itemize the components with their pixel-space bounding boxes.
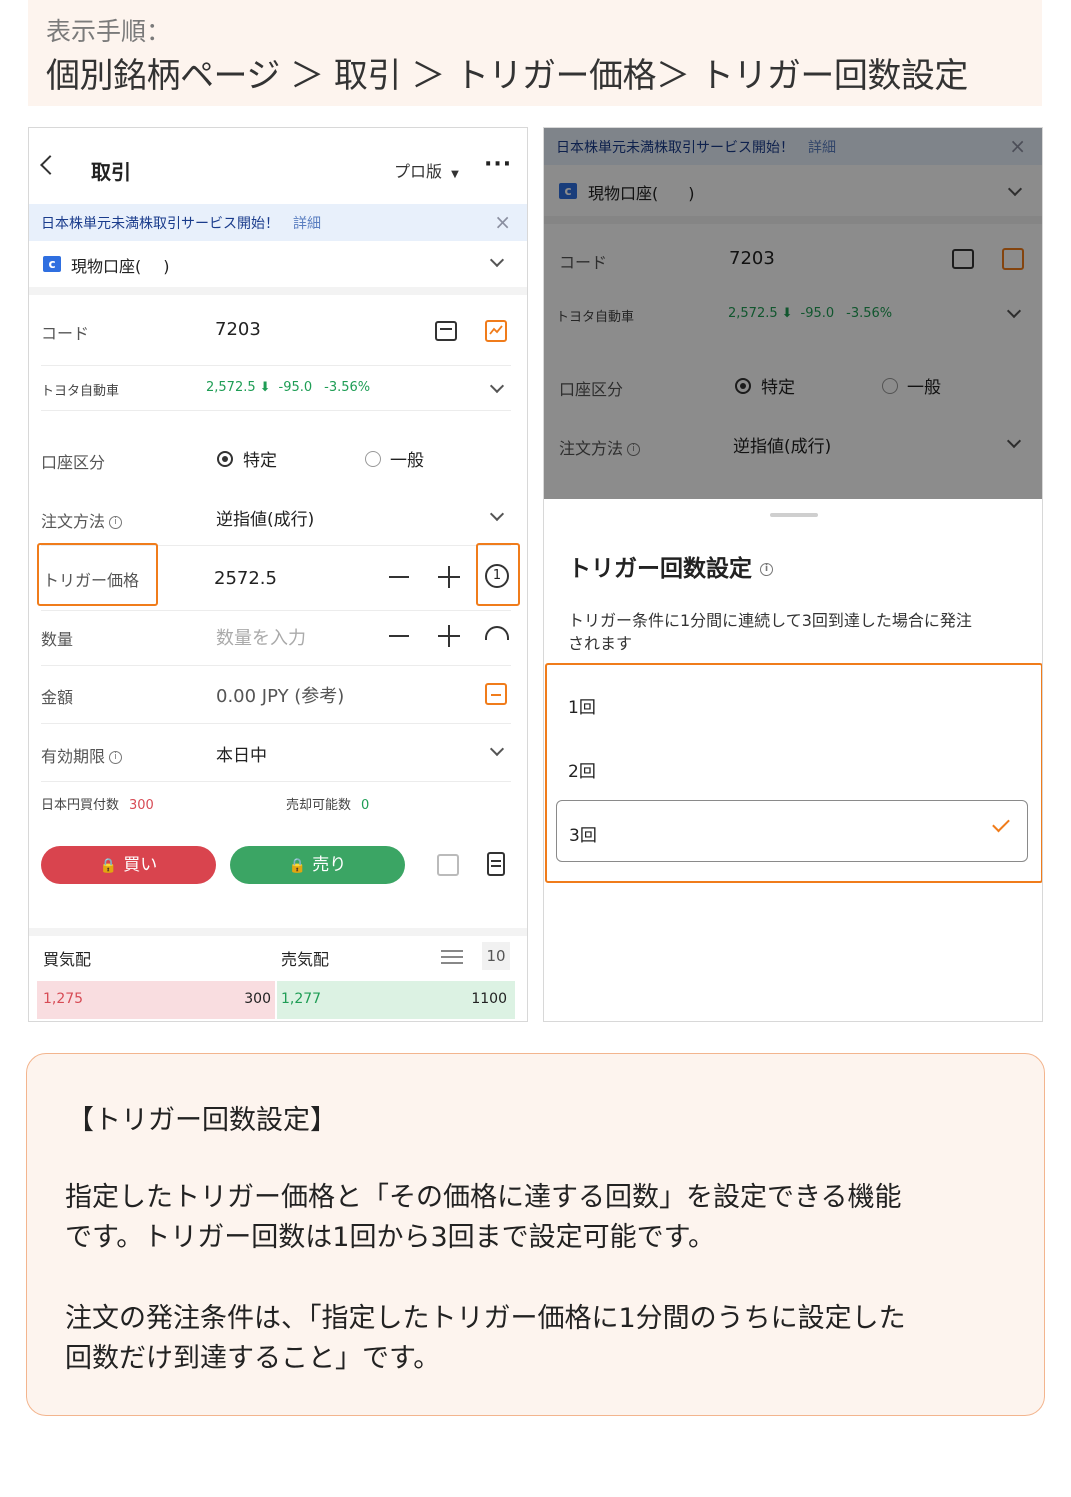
page-title: 取引 [91,160,131,184]
switch-order-icon[interactable] [437,854,459,876]
minus-button[interactable] [389,635,409,637]
watchlist-icon[interactable] [435,321,457,341]
ask-label: 売気配 [281,950,330,969]
radio-ippan[interactable] [365,451,381,467]
stock-name: トヨタ自動車 [41,384,120,399]
minus-button[interactable] [389,576,409,578]
clipboard-icon[interactable] [487,852,505,876]
banner-text: 日本株単元未満株取引サービス開始！ [41,216,279,232]
chart-icon[interactable] [485,320,507,342]
account-type-label: 口座区分 [41,453,106,472]
sheet-drag-handle[interactable] [770,513,818,517]
order-method-value[interactable]: 逆指値(成行) [216,505,314,530]
ask-price: 1,277 [281,991,322,1007]
modal-backdrop[interactable] [544,128,1042,499]
quantity-label: 数量 [41,630,74,649]
pro-version-label: プロ版 [394,162,443,181]
option-2[interactable]: 2回 [556,737,1028,799]
arrow-down-icon: ⬇ [259,380,271,395]
code-value[interactable]: 7203 [215,319,261,340]
banner-detail-link[interactable]: 詳細 [293,216,321,232]
radio-ippan-label: 一般 [390,451,424,471]
radio-tokutei-label: 特定 [243,451,277,471]
stock-quote: 2,572.5 ⬇ -95.0 -3.56% [206,380,371,395]
more-icon[interactable]: ··· [484,152,512,177]
info-icon: i [760,563,773,576]
depth-selector[interactable]: 10 [482,942,510,970]
filter-icon[interactable] [441,948,463,966]
trigger-count-sheet: トリガー回数設定 i トリガー条件に1分間に連続して3回到達した場合に発注 されま… [544,499,1042,1021]
trigger-count-icon[interactable]: 1 [485,564,509,588]
section-divider [29,928,527,936]
validity-value[interactable]: 本日中 [216,741,267,766]
note-paragraph-2: 注文の発注条件は、「指定したトリガー価格に1分間のうちに設定した 回数だけ到達す… [65,1303,906,1374]
validity-label: 有効期限 i [41,743,123,767]
info-icon: i [109,516,123,529]
amount-label: 金額 [41,688,74,707]
section-divider [29,287,527,295]
check-icon [992,814,1010,833]
instruction-header: 表示手順： 個別銘柄ページ ＞ 取引 ＞ トリガー価格＞ トリガー回数設定 [28,0,1042,106]
amount-calc-icon[interactable] [485,683,507,705]
bid-price: 1,275 [43,991,84,1007]
top-bar: 取引 プロ版 ▼ ··· [29,128,527,204]
chevron-down-icon[interactable] [489,741,505,757]
info-icon: i [109,751,123,764]
lock-icon: 🔒 [288,858,307,874]
speedometer-icon[interactable] [485,626,509,640]
ask-quantity: 1100 [471,991,507,1007]
sell-button[interactable]: 🔒 売り [230,846,405,884]
amount-value: 0.00 JPY (参考) [216,686,345,707]
bid-row: 1,275 300 [37,981,275,1019]
order-method-label: 注文方法 i [41,508,123,532]
note-paragraph-1: 指定したトリガー価格と「その価格に達する回数」を設定できる機能 です。トリガー回… [65,1182,902,1253]
trigger-price-input[interactable]: 2572.5 [214,568,277,589]
caret-down-icon: ▼ [451,169,459,180]
account-name: 現物口座() [71,257,170,276]
explanation-box: 【トリガー回数設定】 指定したトリガー価格と「その価格に達する回数」を設定できる… [26,1053,1045,1416]
trade-screen: 取引 プロ版 ▼ ··· 日本株単元未満株取引サービス開始！ 詳細 × c 現物口… [28,127,528,1022]
back-icon[interactable] [40,155,60,175]
plus-button[interactable] [438,566,460,588]
radio-tokutei[interactable] [217,451,233,467]
buy-button[interactable]: 🔒 買い [41,846,216,884]
account-icon: c [43,256,61,272]
close-icon[interactable]: × [494,210,511,234]
lock-icon: 🔒 [99,858,118,874]
steps-label: 表示手順： [46,17,172,46]
account-selector[interactable]: c 現物口座() [29,241,527,287]
trigger-price-label: トリガー価格 [43,571,140,590]
pro-version-toggle[interactable]: プロ版 ▼ [394,158,459,182]
option-1[interactable]: 1回 [556,673,1028,735]
bid-quantity: 300 [244,991,271,1007]
navigation-path: 個別銘柄ページ ＞ 取引 ＞ トリガー価格＞ トリガー回数設定 [46,56,968,96]
sellable-amount: 売却可能数 0 [286,798,370,813]
sheet-description: トリガー条件に1分間に連続して3回到達した場合に発注 されます [568,611,972,653]
chevron-down-icon[interactable] [489,378,505,394]
announcement-banner[interactable]: 日本株単元未満株取引サービス開始！ 詳細 × [29,204,527,241]
code-label: コード [41,324,90,343]
quantity-input[interactable]: 数量を入力 [216,624,306,650]
buyable-amount: 日本円買付数 300 [41,798,154,813]
sheet-title: トリガー回数設定 i [568,549,773,583]
bid-label: 買気配 [43,950,92,969]
note-title: 【トリガー回数設定】 [67,1105,337,1136]
option-3[interactable]: 3回 [556,800,1028,862]
trigger-count-screen: 日本株単元未満株取引サービス開始！ 詳細 × c 現物口座() コード 7203 … [543,127,1043,1022]
plus-button[interactable] [438,625,460,647]
chevron-down-icon [489,252,505,268]
ask-row: 1,277 1100 [277,981,515,1019]
chevron-down-icon[interactable] [489,506,505,522]
